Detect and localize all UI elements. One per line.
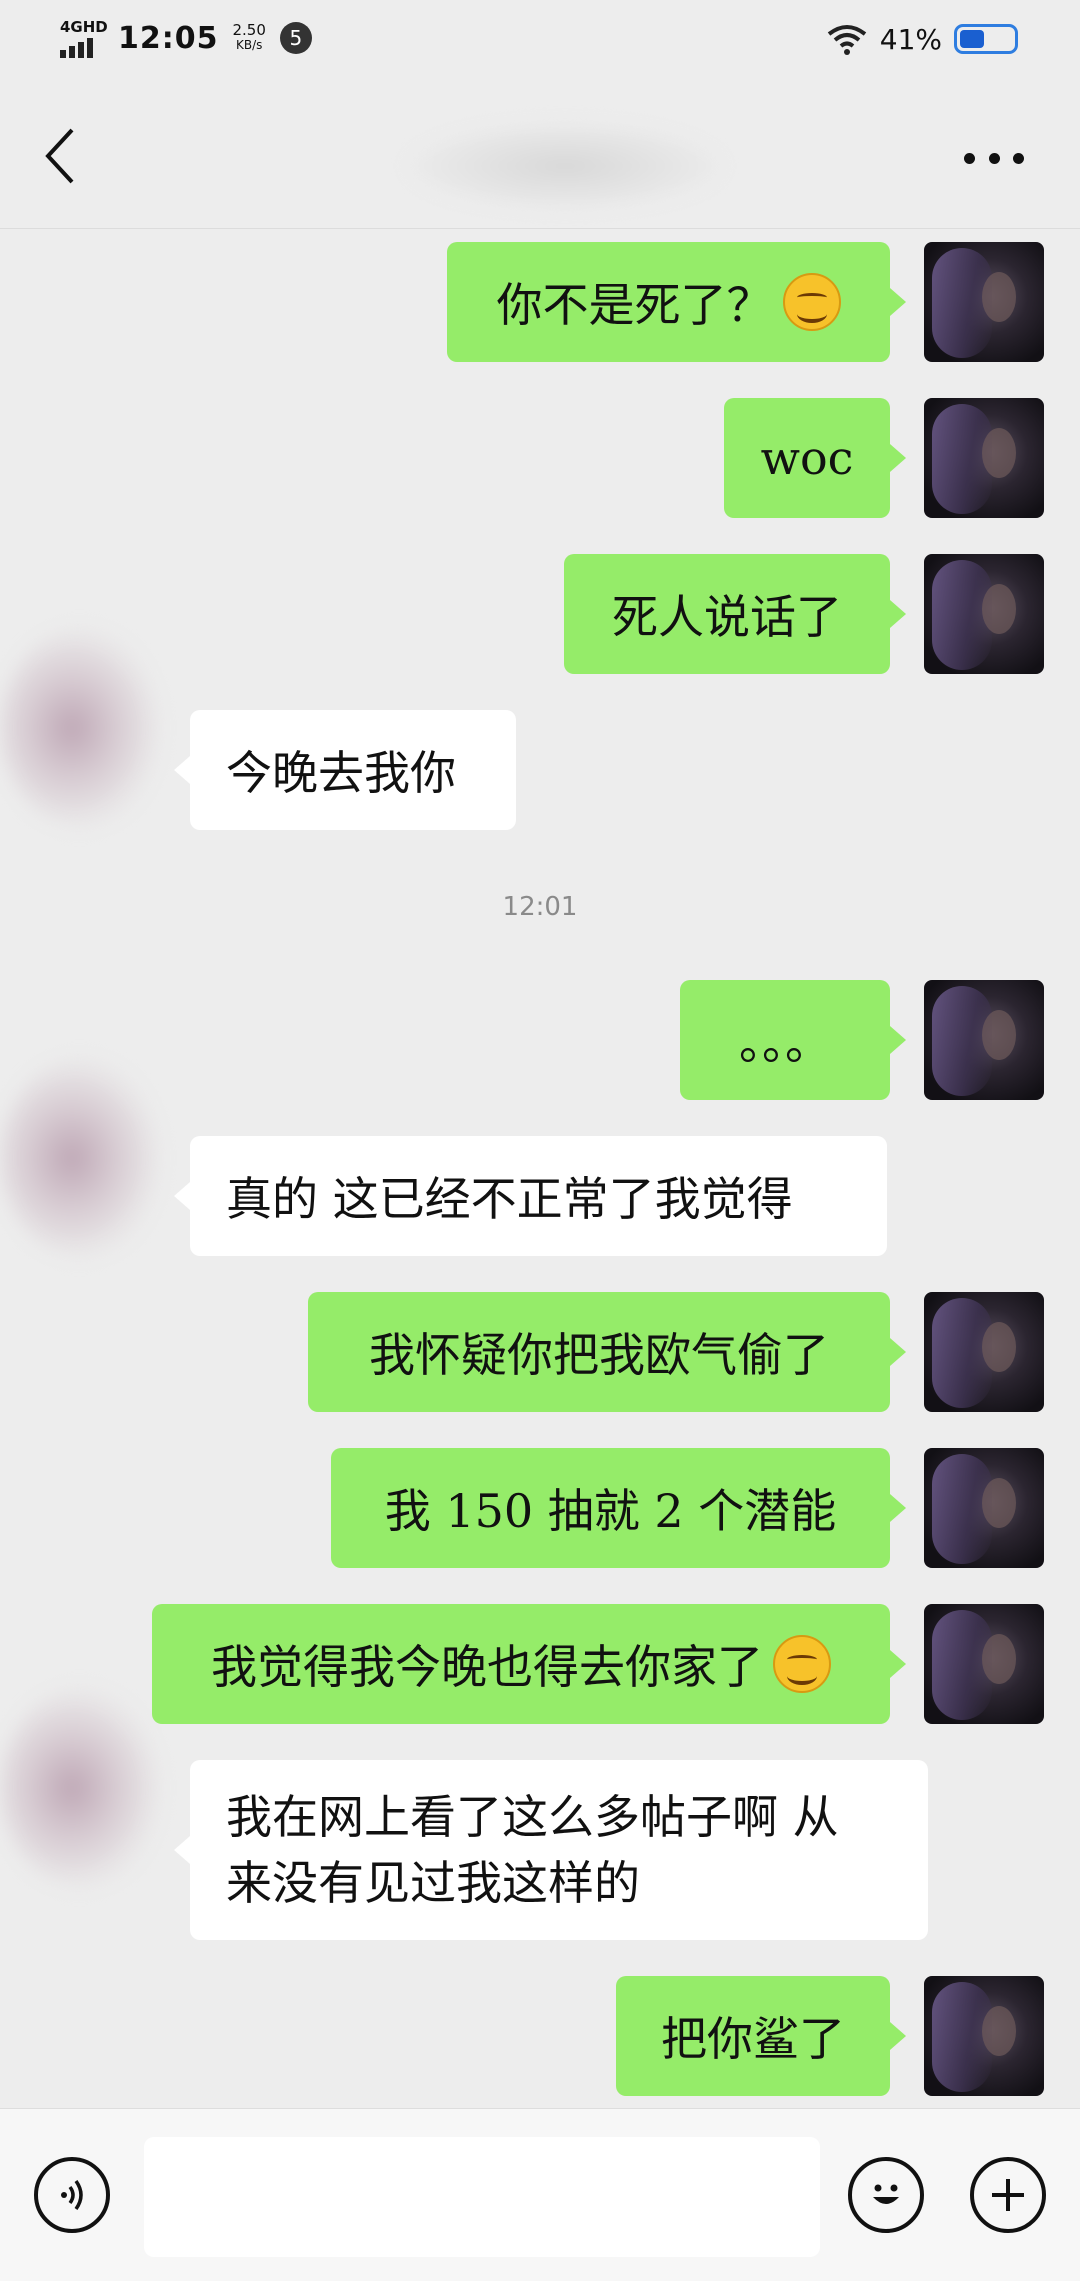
voice-icon[interactable] — [34, 2157, 110, 2233]
message-timestamp: 12:01 — [502, 892, 578, 922]
smirk-emoji-icon — [773, 1635, 831, 1693]
network-type: 4GHD — [60, 18, 108, 36]
avatar-self[interactable] — [924, 554, 1044, 674]
message-bubble-sent[interactable]: 死人说话了 — [564, 554, 906, 674]
speed-value: 2.50 — [232, 21, 266, 39]
message-text: 。。。 — [739, 1016, 831, 1070]
network-speed: 2.50 KB/s — [233, 23, 266, 53]
message-bubble-sent[interactable]: 。。。 — [680, 980, 906, 1100]
chevron-left-icon[interactable] — [38, 124, 84, 188]
message-text: 我怀疑你把我欧气偷了 — [369, 1328, 829, 1382]
message-bubble-sent[interactable]: 我 150 抽就 2 个潜能 — [331, 1448, 906, 1568]
contact-name-blurred — [405, 120, 725, 212]
more-dots-icon[interactable] — [964, 148, 1024, 168]
plus-icon[interactable] — [970, 2157, 1046, 2233]
message-text: 死人说话了 — [612, 590, 842, 644]
avatar-self[interactable] — [924, 1292, 1044, 1412]
message-bubble-sent[interactable]: 我觉得我今晚也得去你家了 — [152, 1604, 906, 1724]
signal-icon: 4GHD — [58, 18, 108, 58]
notification-count: 5 — [279, 22, 312, 54]
message-bubble-received[interactable]: 我在网上看了这么多帖子啊 从 来没有见过我这样的 — [174, 1760, 928, 1940]
avatar-self[interactable] — [924, 1976, 1044, 2096]
battery-icon — [954, 24, 1018, 54]
speed-unit: KB/s — [236, 38, 263, 52]
message-bubble-sent[interactable]: 把你鲨了 — [616, 1976, 906, 2096]
status-bar: 4GHD 12:05 2.50 KB/s 5 41% — [0, 0, 1080, 82]
emoji-face-icon[interactable] — [848, 2157, 924, 2233]
message-text: 真的 这已经不正常了我觉得 — [226, 1172, 793, 1226]
message-text: 我觉得我今晚也得去你家了 — [211, 1640, 763, 1694]
avatar-contact[interactable] — [0, 628, 160, 828]
message-input[interactable] — [144, 2137, 820, 2257]
message-bubble-sent[interactable]: woc — [724, 398, 906, 518]
wifi-icon — [827, 25, 866, 55]
input-bar — [0, 2108, 1080, 2281]
message-bubble-sent[interactable]: 你不是死了？ — [447, 242, 906, 362]
avatar-self[interactable] — [924, 1604, 1044, 1724]
message-text: 你不是死了？ — [496, 278, 773, 332]
avatar-self[interactable] — [924, 242, 1044, 362]
status-time: 12:05 — [118, 20, 219, 56]
message-text: 把你鲨了 — [661, 2012, 845, 2066]
message-bubble-sent[interactable]: 我怀疑你把我欧气偷了 — [308, 1292, 906, 1412]
message-text-line: 来没有见过我这样的 — [226, 1856, 640, 1910]
avatar-self[interactable] — [924, 1448, 1044, 1568]
chat-header — [0, 82, 1080, 229]
message-bubble-received[interactable]: 真的 这已经不正常了我觉得 — [174, 1136, 887, 1256]
battery-percent: 41% — [879, 22, 942, 56]
message-text: 今晚去我你 — [226, 746, 456, 800]
message-text: woc — [760, 431, 854, 485]
smirk-emoji-icon — [782, 273, 841, 331]
avatar-self[interactable] — [924, 980, 1044, 1100]
message-text-line: 我在网上看了这么多帖子啊 从 — [226, 1790, 839, 1844]
message-text: 我 150 抽就 2 个潜能 — [384, 1484, 837, 1538]
message-list[interactable]: 你不是死了？ woc 死人说话了 今晚去我你 12:01 。。。 真的 这已经不… — [0, 228, 1080, 2108]
avatar-self[interactable] — [924, 398, 1044, 518]
message-bubble-received[interactable]: 今晚去我你 — [174, 710, 516, 830]
avatar-contact[interactable] — [0, 1058, 160, 1258]
avatar-contact[interactable] — [0, 1688, 160, 1888]
